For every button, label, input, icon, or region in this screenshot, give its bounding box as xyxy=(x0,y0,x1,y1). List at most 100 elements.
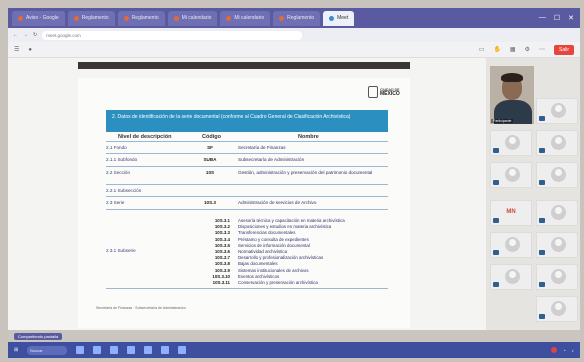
tab-favicon-icon xyxy=(173,15,179,21)
maximize-icon[interactable]: ☐ xyxy=(554,14,560,22)
start-icon[interactable]: ⊞ xyxy=(14,347,18,353)
mic-off-icon xyxy=(493,148,499,153)
avatar-icon xyxy=(551,167,566,182)
browser-icon[interactable] xyxy=(93,346,102,354)
mic-off-icon xyxy=(539,250,545,255)
system-tray: ◔ ♪ xyxy=(551,347,574,353)
mic-off-icon xyxy=(493,180,499,185)
seal-icon xyxy=(368,86,378,98)
avatar-icon xyxy=(505,237,520,252)
menu-icon[interactable]: ☰ xyxy=(14,46,19,53)
mic-off-icon xyxy=(539,218,545,223)
browser-tab-active[interactable]: Meet xyxy=(323,10,355,26)
avatar-icon xyxy=(551,135,566,150)
avatar-icon xyxy=(551,205,566,220)
presenter-video[interactable]: Participante xyxy=(490,66,534,124)
excel-icon[interactable] xyxy=(144,346,153,354)
participant-tile[interactable] xyxy=(536,98,578,124)
mic-off-icon xyxy=(493,218,499,223)
table-divider xyxy=(106,209,388,210)
window-controls: — ☐ ✕ xyxy=(539,14,580,22)
table-divider xyxy=(106,166,388,167)
minimize-icon[interactable]: — xyxy=(539,14,546,22)
taskbar-search[interactable]: Buscar xyxy=(27,345,68,355)
column-header-name: Nombre xyxy=(298,134,319,140)
slide-footnote: Secretaría de Finanzas · Subsecretaría d… xyxy=(96,306,186,310)
subseries-codes: 10S.3.1 10S.3.2 10S.3.3 10S.3.4 10S.3.5 … xyxy=(212,218,230,286)
subseries-names: Asesoría técnica y capacitación en mater… xyxy=(238,218,345,286)
browser-tab[interactable]: Mi calendario xyxy=(220,10,271,26)
file-explorer-icon[interactable] xyxy=(76,346,85,354)
participant-tile[interactable] xyxy=(490,162,532,188)
mic-off-icon xyxy=(539,148,545,153)
presentation-slide: CIUDAD DE MÉXICO 2. Datos de identificac… xyxy=(78,78,410,328)
people-icon[interactable]: ● xyxy=(28,47,32,53)
avatar-icon xyxy=(551,301,566,316)
chat-icon[interactable]: ▭ xyxy=(479,46,485,53)
tab-favicon-icon xyxy=(73,15,79,21)
column-header-code: Código xyxy=(202,134,221,140)
grid-icon[interactable]: ▦ xyxy=(510,46,516,53)
mail-icon[interactable] xyxy=(110,346,119,354)
participant-tile[interactable] xyxy=(536,200,578,226)
wifi-icon[interactable]: ◔ xyxy=(563,348,566,353)
mic-off-icon xyxy=(493,282,499,287)
browser-tab[interactable]: Mi calendario xyxy=(167,10,218,26)
mic-off-icon xyxy=(539,282,545,287)
url-field[interactable]: meet.google.com xyxy=(42,30,303,40)
avatar-icon xyxy=(551,269,566,284)
browser-tab[interactable]: Reglamento xyxy=(67,10,115,26)
reload-icon[interactable]: ↻ xyxy=(33,32,37,38)
browser-tab[interactable]: Reglamento xyxy=(117,10,165,26)
browser-tab[interactable]: Aviso - Google xyxy=(12,10,65,26)
participant-tile[interactable] xyxy=(536,130,578,156)
cdmx-logo: CIUDAD DE MÉXICO xyxy=(368,84,404,100)
mic-off-icon xyxy=(493,250,499,255)
column-header-level: Nivel de descripción xyxy=(118,134,172,140)
avatar-icon xyxy=(551,237,566,252)
slide-top-bar xyxy=(78,62,410,69)
participant-tile[interactable] xyxy=(490,232,532,258)
chrome-icon[interactable] xyxy=(178,346,187,354)
participant-initials: MN xyxy=(506,209,516,215)
participant-tile[interactable] xyxy=(536,162,578,188)
volume-icon[interactable]: ♪ xyxy=(572,348,574,353)
presenting-pill[interactable]: Compartiendo pantalla xyxy=(14,332,63,340)
powerpoint-icon[interactable] xyxy=(161,346,170,354)
hand-icon[interactable]: ✋ xyxy=(493,46,500,53)
forward-icon[interactable]: → xyxy=(23,32,28,38)
table-divider xyxy=(106,141,388,142)
participant-tile[interactable] xyxy=(536,232,578,258)
table-divider xyxy=(106,196,388,197)
browser-tab[interactable]: Reglamento xyxy=(273,10,321,26)
mic-off-icon xyxy=(539,314,545,319)
participant-tile[interactable] xyxy=(490,264,532,290)
leave-button[interactable]: Salir xyxy=(553,44,574,55)
back-icon[interactable]: ← xyxy=(13,32,18,38)
meet-bottom-bar: Compartiendo pantalla xyxy=(8,330,580,342)
tab-favicon-icon xyxy=(18,15,23,21)
address-bar: ← → ↻ meet.google.com xyxy=(8,28,580,42)
browser-tab-strip: Aviso - Google Reglamento Reglamento Mi … xyxy=(8,8,580,28)
avatar-icon xyxy=(505,167,520,182)
participant-tile[interactable]: MN xyxy=(490,200,532,226)
table-divider xyxy=(106,153,388,154)
presenter-hair xyxy=(501,73,523,82)
participant-tile[interactable] xyxy=(536,264,578,290)
table-title: 2. Datos de identificación de la serie d… xyxy=(106,110,388,132)
table-divider xyxy=(106,184,388,185)
avatar-icon xyxy=(505,135,520,150)
meet-toolbar: ☰ ● ▭ ✋ ▦ ⚙ ⋯ Salir xyxy=(8,42,580,58)
settings-icon[interactable]: ⚙ xyxy=(525,46,530,53)
participant-tile[interactable] xyxy=(536,296,578,322)
participant-tile[interactable] xyxy=(490,130,532,156)
avatar-icon xyxy=(505,269,520,284)
record-icon xyxy=(551,347,558,353)
more-icon[interactable]: ⋯ xyxy=(539,46,545,53)
mic-off-icon xyxy=(539,180,545,185)
word-icon[interactable] xyxy=(127,346,136,354)
table-divider xyxy=(106,288,388,289)
tab-favicon-icon xyxy=(123,15,129,21)
close-icon[interactable]: ✕ xyxy=(568,14,574,22)
tab-favicon-icon xyxy=(329,15,335,21)
